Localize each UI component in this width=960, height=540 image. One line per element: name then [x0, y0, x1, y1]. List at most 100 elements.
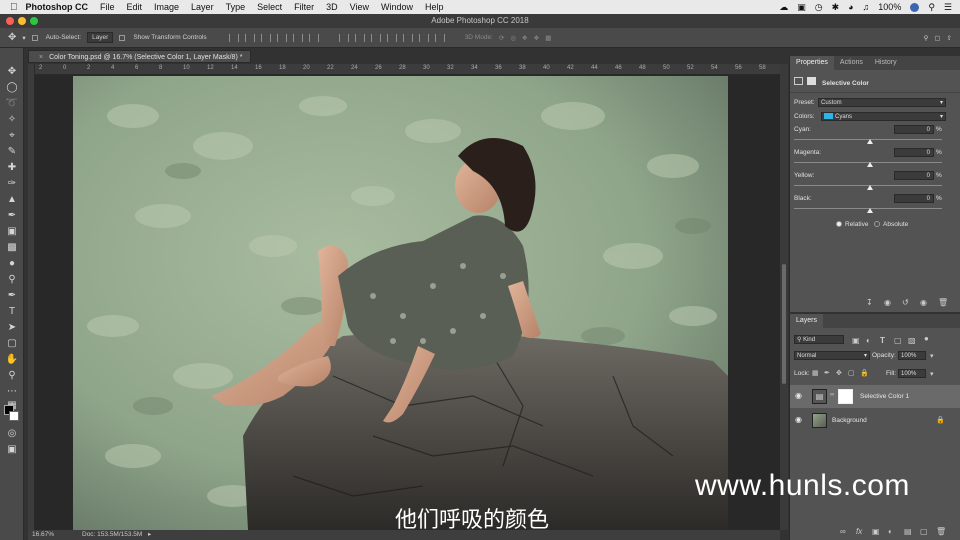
creative-cloud-icon[interactable]: ☁	[779, 2, 788, 13]
brush-icon[interactable]: ✑	[5, 178, 19, 190]
search-tool-icon[interactable]: ⚲	[924, 34, 929, 42]
menu-view[interactable]: View	[350, 2, 369, 12]
minimize-window-button[interactable]	[18, 17, 26, 25]
add-mask-icon[interactable]: ▣	[872, 527, 880, 536]
align-bottom-icon[interactable]	[260, 33, 271, 42]
3d-scale-icon[interactable]: ▦	[545, 34, 551, 42]
align-right-icon[interactable]	[308, 33, 319, 42]
delete-layer-icon[interactable]: 🗑	[936, 527, 946, 536]
quick-mask-icon[interactable]: ◎	[5, 428, 19, 440]
marquee-icon[interactable]: ◯	[5, 82, 19, 94]
link-icon[interactable]: ∞	[830, 392, 834, 398]
cyan-input[interactable]: 0	[894, 125, 934, 134]
filter-shape-icon[interactable]: ▢	[894, 336, 902, 345]
adjustment-icon[interactable]	[794, 77, 803, 85]
layer-row-background[interactable]: ◉ Background 🔒	[790, 409, 960, 432]
gradient-icon[interactable]: ▩	[5, 242, 19, 254]
menu-3d[interactable]: 3D	[326, 2, 338, 12]
menu-edit[interactable]: Edit	[127, 2, 143, 12]
menu-type[interactable]: Type	[226, 2, 246, 12]
menu-filter[interactable]: Filter	[294, 2, 314, 12]
layer-style-icon[interactable]: fx	[856, 527, 862, 536]
visibility-icon[interactable]: ◉	[920, 298, 927, 307]
apple-icon[interactable]: 	[10, 2, 18, 13]
clone-stamp-icon[interactable]: ▲	[5, 194, 19, 206]
status-menu-icon[interactable]: ▸	[148, 530, 151, 540]
user-avatar[interactable]	[910, 2, 920, 12]
background-color-swatch[interactable]	[9, 411, 19, 421]
document-tab[interactable]: × Color Toning.psd @ 16.7% (Selective Col…	[28, 50, 252, 63]
pen-icon[interactable]: ✒	[5, 290, 19, 302]
filter-adjustment-icon[interactable]: ◐	[866, 336, 871, 345]
layer-filter-dropdown[interactable]: ⚲ Kind	[794, 335, 844, 344]
colors-dropdown[interactable]: Cyans ▾	[821, 112, 946, 121]
vertical-ruler[interactable]	[28, 64, 35, 530]
relative-radio[interactable]	[836, 221, 842, 228]
adjustment-thumbnail-icon[interactable]: ▤	[812, 389, 827, 404]
opacity-input[interactable]: 100%	[898, 351, 926, 360]
link-layers-icon[interactable]: ∞	[840, 527, 846, 536]
3d-roll-icon[interactable]: ◎	[510, 34, 516, 42]
close-window-button[interactable]	[6, 17, 14, 25]
transform-controls-checkbox[interactable]	[119, 34, 126, 41]
delete-adjustment-icon[interactable]: 🗑	[938, 298, 948, 307]
scrollbar-thumb[interactable]	[782, 264, 786, 384]
menu-list-icon[interactable]: ☰	[944, 2, 952, 13]
distribute-hcenter-icon[interactable]	[402, 33, 413, 42]
fill-slider-toggle[interactable]: ▾	[930, 370, 934, 378]
hand-icon[interactable]: ✋	[5, 354, 19, 366]
lock-artboard-icon[interactable]: ▢	[848, 369, 855, 377]
black-input[interactable]: 0	[894, 194, 934, 203]
search-icon[interactable]: ⚲	[928, 2, 935, 13]
background-thumbnail[interactable]	[812, 413, 827, 428]
tool-preset-dropdown[interactable]: ▾	[22, 34, 25, 42]
absolute-radio[interactable]	[874, 221, 880, 228]
menu-image[interactable]: Image	[154, 2, 179, 12]
path-selection-icon[interactable]: ➤	[5, 322, 19, 334]
auto-select-dropdown[interactable]: Layer	[87, 32, 114, 43]
distribute-left-icon[interactable]	[386, 33, 397, 42]
lock-transparent-icon[interactable]: ▦	[812, 369, 819, 377]
clock-icon[interactable]: ◷	[815, 2, 823, 13]
new-group-icon[interactable]: ▤	[904, 527, 912, 536]
move-tool-icon[interactable]: ✥	[8, 32, 16, 43]
doc-info[interactable]: Doc: 153.5M/153.5M	[82, 530, 142, 540]
new-layer-icon[interactable]: ▢	[920, 527, 928, 536]
rectangle-icon[interactable]: ▢	[5, 338, 19, 350]
blur-icon[interactable]: ●	[5, 258, 19, 270]
lock-position-icon[interactable]: ✥	[836, 369, 842, 377]
app-menu[interactable]: Photoshop CC	[26, 2, 89, 12]
yellow-input[interactable]: 0	[894, 171, 934, 180]
layer-name[interactable]: Selective Color 1	[860, 393, 909, 400]
3d-pan-icon[interactable]: ✥	[522, 34, 527, 42]
close-tab-icon[interactable]: ×	[39, 54, 43, 61]
volume-icon[interactable]: ♫	[863, 2, 870, 12]
filter-toggle-icon[interactable]: ●	[924, 334, 929, 343]
align-top-icon[interactable]	[228, 33, 239, 42]
more-tools-icon[interactable]: ⋯	[5, 386, 19, 398]
layer-mask-thumbnail[interactable]	[838, 389, 853, 404]
crop-icon[interactable]: ⌖	[5, 130, 19, 142]
share-icon[interactable]: ⇧	[947, 34, 952, 42]
menu-file[interactable]: File	[100, 2, 115, 12]
dodge-icon[interactable]: ⚲	[5, 274, 19, 286]
filter-pixel-icon[interactable]: ▣	[852, 336, 860, 345]
preset-dropdown[interactable]: Custom ▾	[818, 98, 946, 107]
align-left-icon[interactable]	[276, 33, 287, 42]
display-icon[interactable]: ▣	[797, 2, 806, 13]
filter-type-icon[interactable]: T	[880, 336, 885, 345]
workspace-icon[interactable]: ▢	[934, 34, 940, 42]
mask-icon[interactable]	[807, 77, 816, 85]
tab-actions[interactable]: Actions	[834, 56, 869, 70]
tab-layers[interactable]: Layers	[790, 314, 824, 328]
horizontal-ruler[interactable]: 2 0 2 4 6 8 10 12 14 16 18 20 22 24 26 28 30 32 34 36 38 40 42…	[35, 64, 780, 75]
yellow-slider-knob[interactable]	[867, 185, 873, 190]
eyedropper-icon[interactable]: ✎	[5, 146, 19, 158]
wifi-icon[interactable]: ◕	[848, 2, 853, 12]
magic-wand-icon[interactable]: ✧	[5, 114, 19, 126]
reset-icon[interactable]: ↺	[902, 298, 909, 307]
document-image[interactable]	[73, 76, 728, 530]
layer-visibility-icon[interactable]: ◉	[795, 415, 802, 424]
method-relative-option[interactable]: Relative	[836, 221, 868, 228]
history-brush-icon[interactable]: ✒	[5, 210, 19, 222]
